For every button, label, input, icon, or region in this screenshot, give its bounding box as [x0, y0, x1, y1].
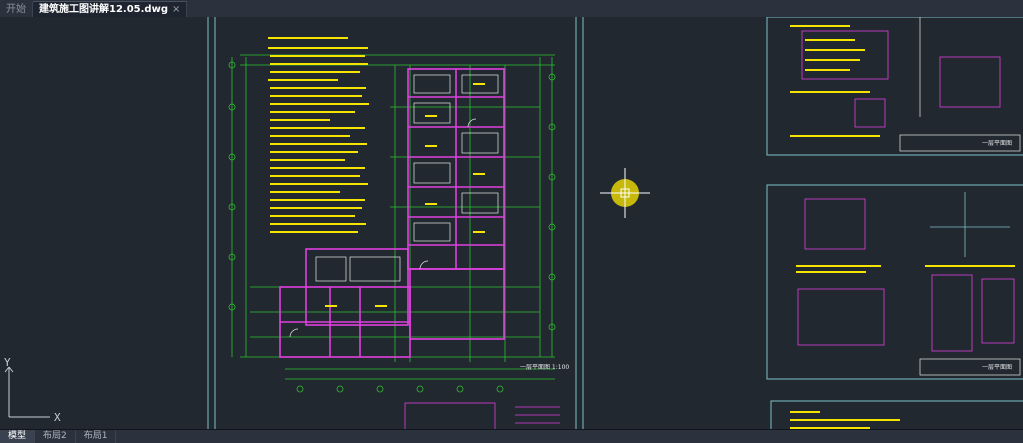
- design-notes-text: [268, 37, 369, 233]
- detail-title-2: 一层平面图: [982, 364, 1012, 371]
- floor-plan-details: [289, 74, 499, 338]
- ucs-x-label: X: [54, 411, 61, 424]
- floor-plan-title: 一层平面图 1:100: [520, 364, 569, 371]
- drawing-canvas[interactable]: 一层平面图 1:100 一层平面图 一层平面图 Y X: [0, 17, 1023, 429]
- detail-sheet-middle-text: [796, 265, 1015, 273]
- detail-sheet-bottom-text: [790, 411, 900, 429]
- ucs-y-label: Y: [4, 356, 11, 369]
- detail-title-1: 一层平面图: [982, 140, 1012, 147]
- cad-drawing: 一层平面图 1:100 一层平面图 一层平面图 Y X: [4, 17, 1023, 429]
- detail-sheet-top-text: [790, 25, 880, 137]
- close-icon[interactable]: ×: [172, 2, 180, 17]
- ucs-icon: [4, 366, 50, 418]
- document-tab-bar: 开始 建筑施工图讲解12.05.dwg ×: [0, 0, 1023, 18]
- detail-sheet-middle-lines: [930, 192, 1010, 257]
- layout-tab-2[interactable]: 布局2: [35, 430, 76, 443]
- room-labels: [325, 83, 485, 307]
- layout-tab-2-label: 布局2: [43, 431, 67, 441]
- tab-start-label: 开始: [6, 4, 26, 15]
- layout-tab-model-label: 模型: [8, 431, 27, 441]
- cursor-crosshair: [600, 168, 650, 218]
- detail-sheet-top-frame: [899, 17, 1021, 152]
- detail-sheet-middle: [797, 198, 1015, 352]
- layout-tab-bar: 模型 布局2 布局1: [0, 429, 1023, 443]
- layout-tab-1[interactable]: 布局1: [76, 430, 117, 443]
- tab-start[interactable]: 开始: [0, 2, 33, 17]
- layout-tab-model[interactable]: 模型: [0, 430, 36, 443]
- legend-box: [404, 402, 560, 429]
- tab-drawing-file-label: 建筑施工图讲解12.05.dwg: [39, 4, 168, 15]
- detail-sheet-top: [801, 30, 1001, 128]
- layout-tab-1-label: 布局1: [83, 431, 108, 441]
- tab-drawing-file[interactable]: 建筑施工图讲解12.05.dwg ×: [33, 1, 188, 17]
